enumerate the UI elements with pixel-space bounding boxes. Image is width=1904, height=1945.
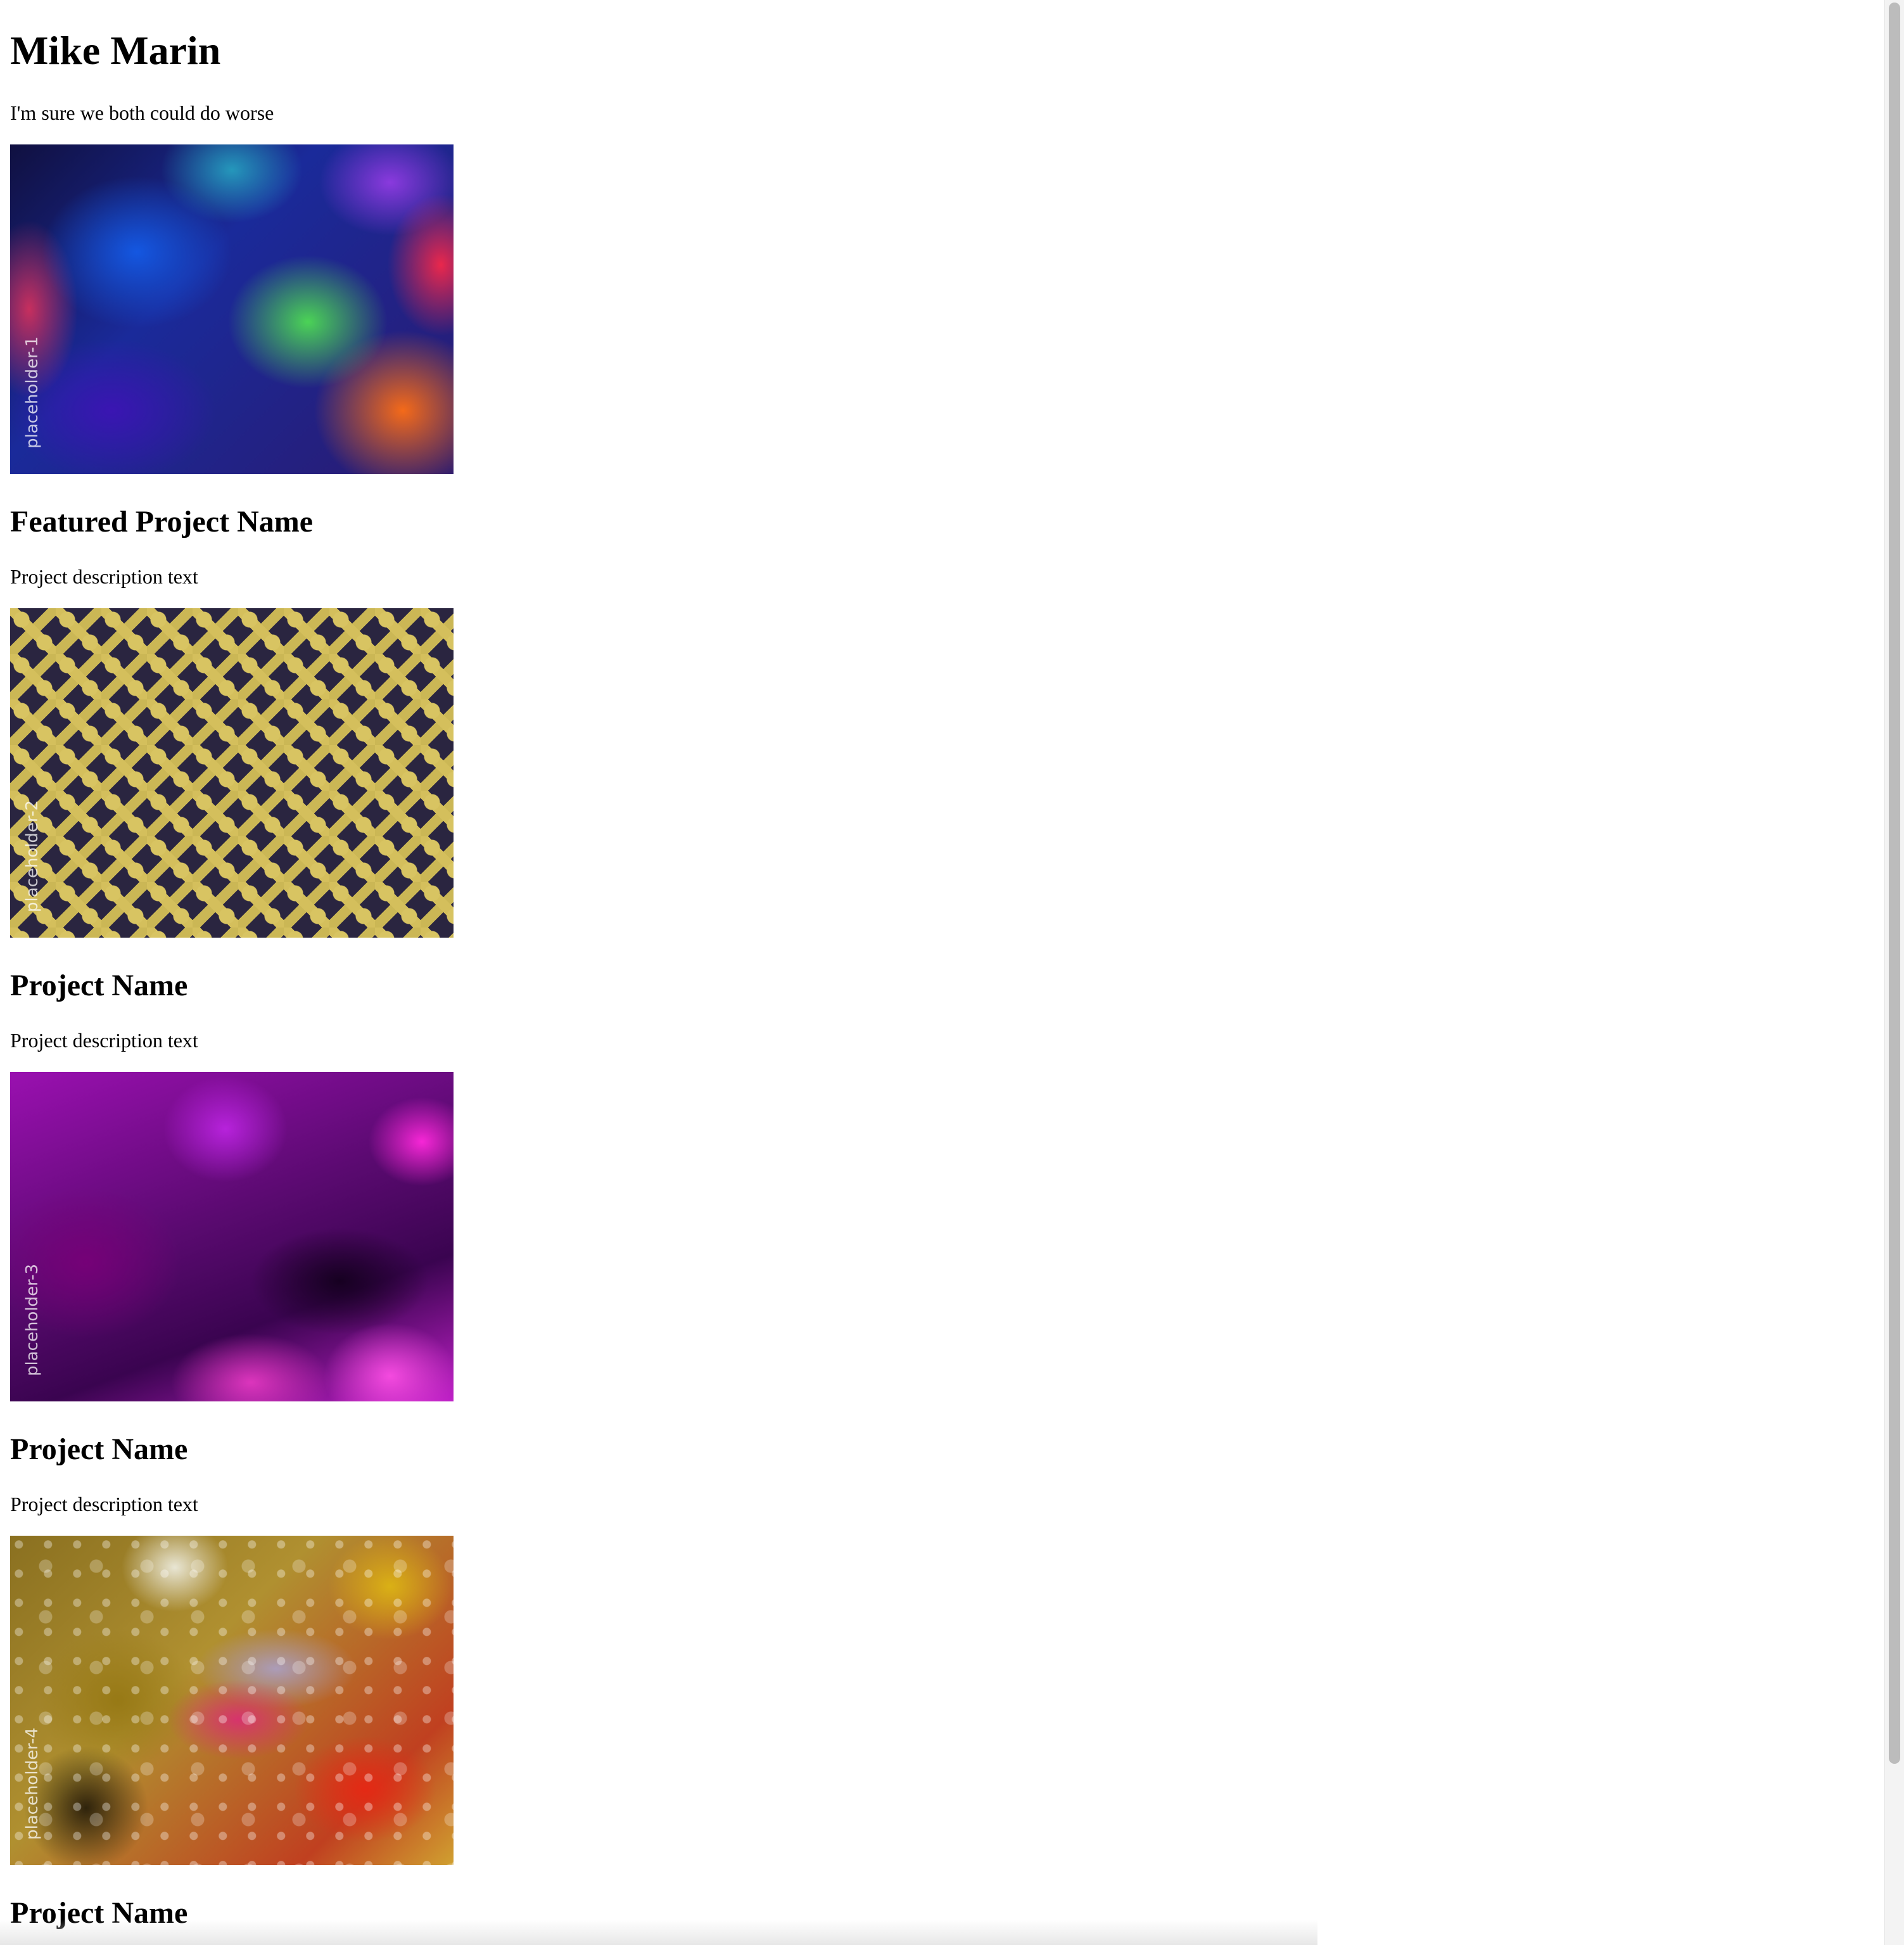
scrollbar-thumb[interactable]	[1889, 3, 1900, 1764]
project-description-3: Project description text	[10, 1493, 198, 1515]
project-title-2: Project Name	[10, 969, 188, 1002]
project-image-2[interactable]: placeholder-2	[10, 608, 454, 938]
project-image-3[interactable]: placeholder-3	[10, 1072, 454, 1401]
project-description-2: Project description text	[10, 1029, 198, 1052]
vertical-scrollbar[interactable]	[1884, 0, 1904, 1945]
site-tagline: I'm sure we both could do worse	[10, 101, 274, 124]
site-name: Mike Marin	[10, 28, 221, 73]
image-label: placeholder-4	[23, 1727, 42, 1840]
bottom-shadow	[0, 1920, 1317, 1945]
image-label: placeholder-1	[23, 336, 42, 449]
image-label: placeholder-3	[23, 1263, 42, 1376]
project-image-1[interactable]: placeholder-1	[10, 144, 454, 474]
bubble-texture	[10, 1536, 454, 1865]
project-title-3: Project Name	[10, 1432, 188, 1466]
project-title-1: Featured Project Name	[10, 505, 314, 539]
project-description-1: Project description text	[10, 565, 198, 588]
project-image-4[interactable]: placeholder-4	[10, 1536, 454, 1865]
image-label: placeholder-2	[23, 800, 42, 912]
